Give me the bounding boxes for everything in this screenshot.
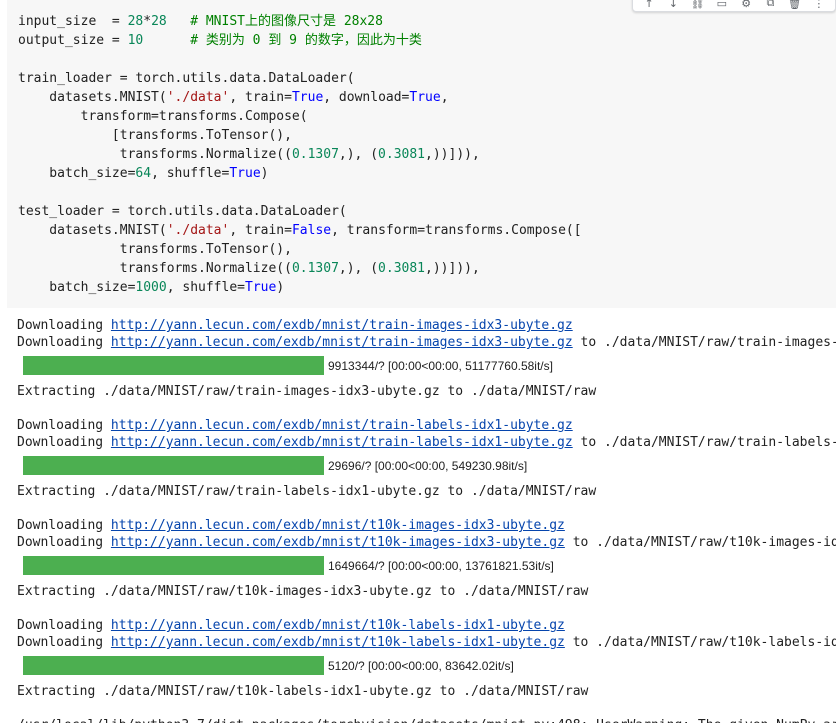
download-line: Downloading http://yann.lecun.com/exdb/m… <box>17 618 565 633</box>
download-link[interactable]: http://yann.lecun.com/exdb/mnist/t10k-la… <box>111 635 565 650</box>
progress-fill <box>23 456 324 475</box>
code-editor[interactable]: input_size = 28*28 # MNIST上的图像尺寸是 28x28 o… <box>18 12 582 297</box>
progress-fill <box>23 656 324 675</box>
download-link[interactable]: http://yann.lecun.com/exdb/mnist/train-l… <box>111 435 573 450</box>
code-line[interactable]: transforms.Normalize((0.1307,), (0.3081,… <box>18 145 582 164</box>
move-up-icon[interactable]: ↑ <box>642 0 656 10</box>
progress-bar <box>23 556 324 575</box>
progress-text: 9913344/? [00:00<00:00, 51177760.58it/s] <box>328 358 553 373</box>
progress-bar <box>23 656 324 675</box>
extract-line: Extracting ./data/MNIST/raw/t10k-images-… <box>17 584 589 599</box>
download-dest-line: Downloading http://yann.lecun.com/exdb/m… <box>17 535 836 550</box>
progress-bar <box>23 456 324 475</box>
code-line[interactable]: ​ <box>18 183 582 202</box>
warning-line: /usr/local/lib/python3.7/dist-packages/t… <box>17 717 836 723</box>
code-line[interactable]: test_loader = torch.utils.data.DataLoade… <box>18 202 582 221</box>
download-dest-line: Downloading http://yann.lecun.com/exdb/m… <box>17 435 836 450</box>
code-line[interactable]: transforms.Normalize((0.1307,), (0.3081,… <box>18 259 582 278</box>
download-line: Downloading http://yann.lecun.com/exdb/m… <box>17 418 573 433</box>
extract-line: Extracting ./data/MNIST/raw/train-images… <box>17 384 597 399</box>
progress-text: 1649664/? [00:00<00:00, 13761821.53it/s] <box>328 558 554 573</box>
download-link[interactable]: http://yann.lecun.com/exdb/mnist/t10k-im… <box>111 535 565 550</box>
cell-toolbar: ↑ ↓ ⛓ ▭ ⚙ ⧉ 🗑 ⋮ <box>632 0 836 12</box>
code-line[interactable]: datasets.MNIST('./data', train=False, tr… <box>18 221 581 240</box>
delete-icon[interactable]: 🗑 <box>788 0 802 10</box>
download-link[interactable]: http://yann.lecun.com/exdb/mnist/train-i… <box>111 335 573 350</box>
link-icon[interactable]: ⛓ <box>691 0 705 10</box>
more-icon[interactable]: ⋮ <box>812 0 826 10</box>
mirror-cell-icon[interactable]: ⧉ <box>763 0 777 9</box>
download-link[interactable]: http://yann.lecun.com/exdb/mnist/t10k-la… <box>111 618 565 633</box>
download-link[interactable]: http://yann.lecun.com/exdb/mnist/train-i… <box>111 318 573 333</box>
code-cell[interactable]: input_size = 28*28 # MNIST上的图像尺寸是 28x28 o… <box>7 0 836 308</box>
download-link[interactable]: http://yann.lecun.com/exdb/mnist/train-l… <box>111 418 573 433</box>
code-line[interactable]: transform=transforms.Compose( <box>18 107 582 126</box>
settings-icon[interactable]: ⚙ <box>739 0 753 10</box>
code-line[interactable]: batch_size=1000, shuffle=True) <box>18 278 582 297</box>
extract-line: Extracting ./data/MNIST/raw/t10k-labels-… <box>17 684 589 699</box>
progress-bar <box>23 356 324 375</box>
code-line[interactable]: output_size = 10 # 类别为 0 到 9 的数字，因此为十类 <box>18 31 582 50</box>
extract-line: Extracting ./data/MNIST/raw/train-labels… <box>17 484 597 499</box>
progress-row: 29696/? [00:00<00:00, 549230.98it/s] <box>23 456 527 475</box>
download-dest-line: Downloading http://yann.lecun.com/exdb/m… <box>17 335 836 350</box>
progress-fill <box>23 356 324 375</box>
code-line[interactable]: ​ <box>18 50 582 69</box>
code-line[interactable]: train_loader = torch.utils.data.DataLoad… <box>18 69 582 88</box>
code-line[interactable]: [transforms.ToTensor(), <box>18 126 582 145</box>
download-dest-line: Downloading http://yann.lecun.com/exdb/m… <box>17 635 836 650</box>
progress-row: 9913344/? [00:00<00:00, 51177760.58it/s] <box>23 356 553 375</box>
progress-text: 29696/? [00:00<00:00, 549230.98it/s] <box>328 458 528 473</box>
code-line[interactable]: input_size = 28*28 # MNIST上的图像尺寸是 28x28 <box>18 12 582 31</box>
code-line[interactable]: batch_size=64, shuffle=True) <box>18 164 582 183</box>
progress-row: 5120/? [00:00<00:00, 83642.02it/s] <box>23 656 514 675</box>
comment-icon[interactable]: ▭ <box>715 0 729 10</box>
code-line[interactable]: transforms.ToTensor(), <box>18 240 582 259</box>
progress-fill <box>23 556 324 575</box>
download-line: Downloading http://yann.lecun.com/exdb/m… <box>17 318 573 333</box>
progress-row: 1649664/? [00:00<00:00, 13761821.53it/s] <box>23 556 554 575</box>
code-line[interactable]: datasets.MNIST('./data', train=True, dow… <box>18 88 582 107</box>
download-line: Downloading http://yann.lecun.com/exdb/m… <box>17 518 565 533</box>
cell-output: Downloading http://yann.lecun.com/exdb/m… <box>0 310 836 723</box>
download-link[interactable]: http://yann.lecun.com/exdb/mnist/t10k-im… <box>111 518 565 533</box>
progress-text: 5120/? [00:00<00:00, 83642.02it/s] <box>328 658 514 673</box>
move-down-icon[interactable]: ↓ <box>666 0 680 10</box>
